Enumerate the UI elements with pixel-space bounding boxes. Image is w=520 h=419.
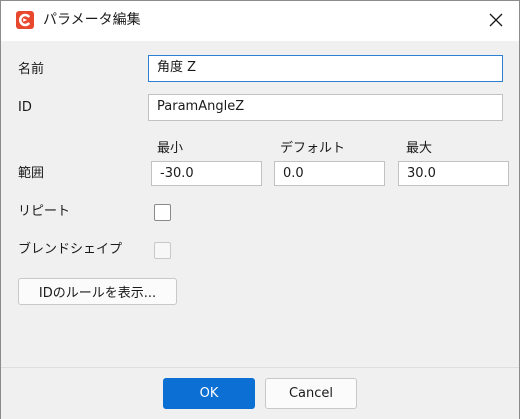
dialog-footer: OK Cancel — [1, 367, 519, 419]
close-icon — [489, 12, 503, 31]
close-button[interactable] — [473, 1, 519, 41]
window-title: パラメータ編集 — [43, 12, 141, 28]
id-label: ID — [18, 100, 32, 115]
repeat-checkbox[interactable] — [154, 204, 171, 221]
show-id-rules-button[interactable]: IDのルールを表示... — [18, 278, 177, 305]
blend-shape-checkbox[interactable] — [154, 242, 171, 259]
min-label: 最小 — [157, 141, 184, 156]
title-bar: パラメータ編集 — [1, 1, 519, 41]
parameter-edit-dialog: パラメータ編集 名前 角度 Z ID ParamAngleZ 最小 デフォルト … — [0, 0, 520, 419]
name-label: 名前 — [18, 62, 45, 77]
default-label: デフォルト — [280, 141, 346, 156]
min-value-input[interactable]: -30.0 — [151, 161, 262, 186]
cancel-button[interactable]: Cancel — [265, 378, 357, 409]
default-value-input[interactable]: 0.0 — [274, 161, 385, 186]
max-label: 最大 — [406, 141, 433, 156]
id-input[interactable]: ParamAngleZ — [148, 94, 503, 121]
blend-shape-label: ブレンドシェイプ — [18, 242, 123, 257]
ok-button[interactable]: OK — [163, 378, 255, 409]
name-input[interactable]: 角度 Z — [148, 55, 503, 82]
max-value-input[interactable]: 30.0 — [398, 161, 509, 186]
range-label: 範囲 — [18, 166, 45, 181]
cubism-logo-icon — [15, 10, 35, 30]
repeat-label: リピート — [18, 204, 71, 219]
